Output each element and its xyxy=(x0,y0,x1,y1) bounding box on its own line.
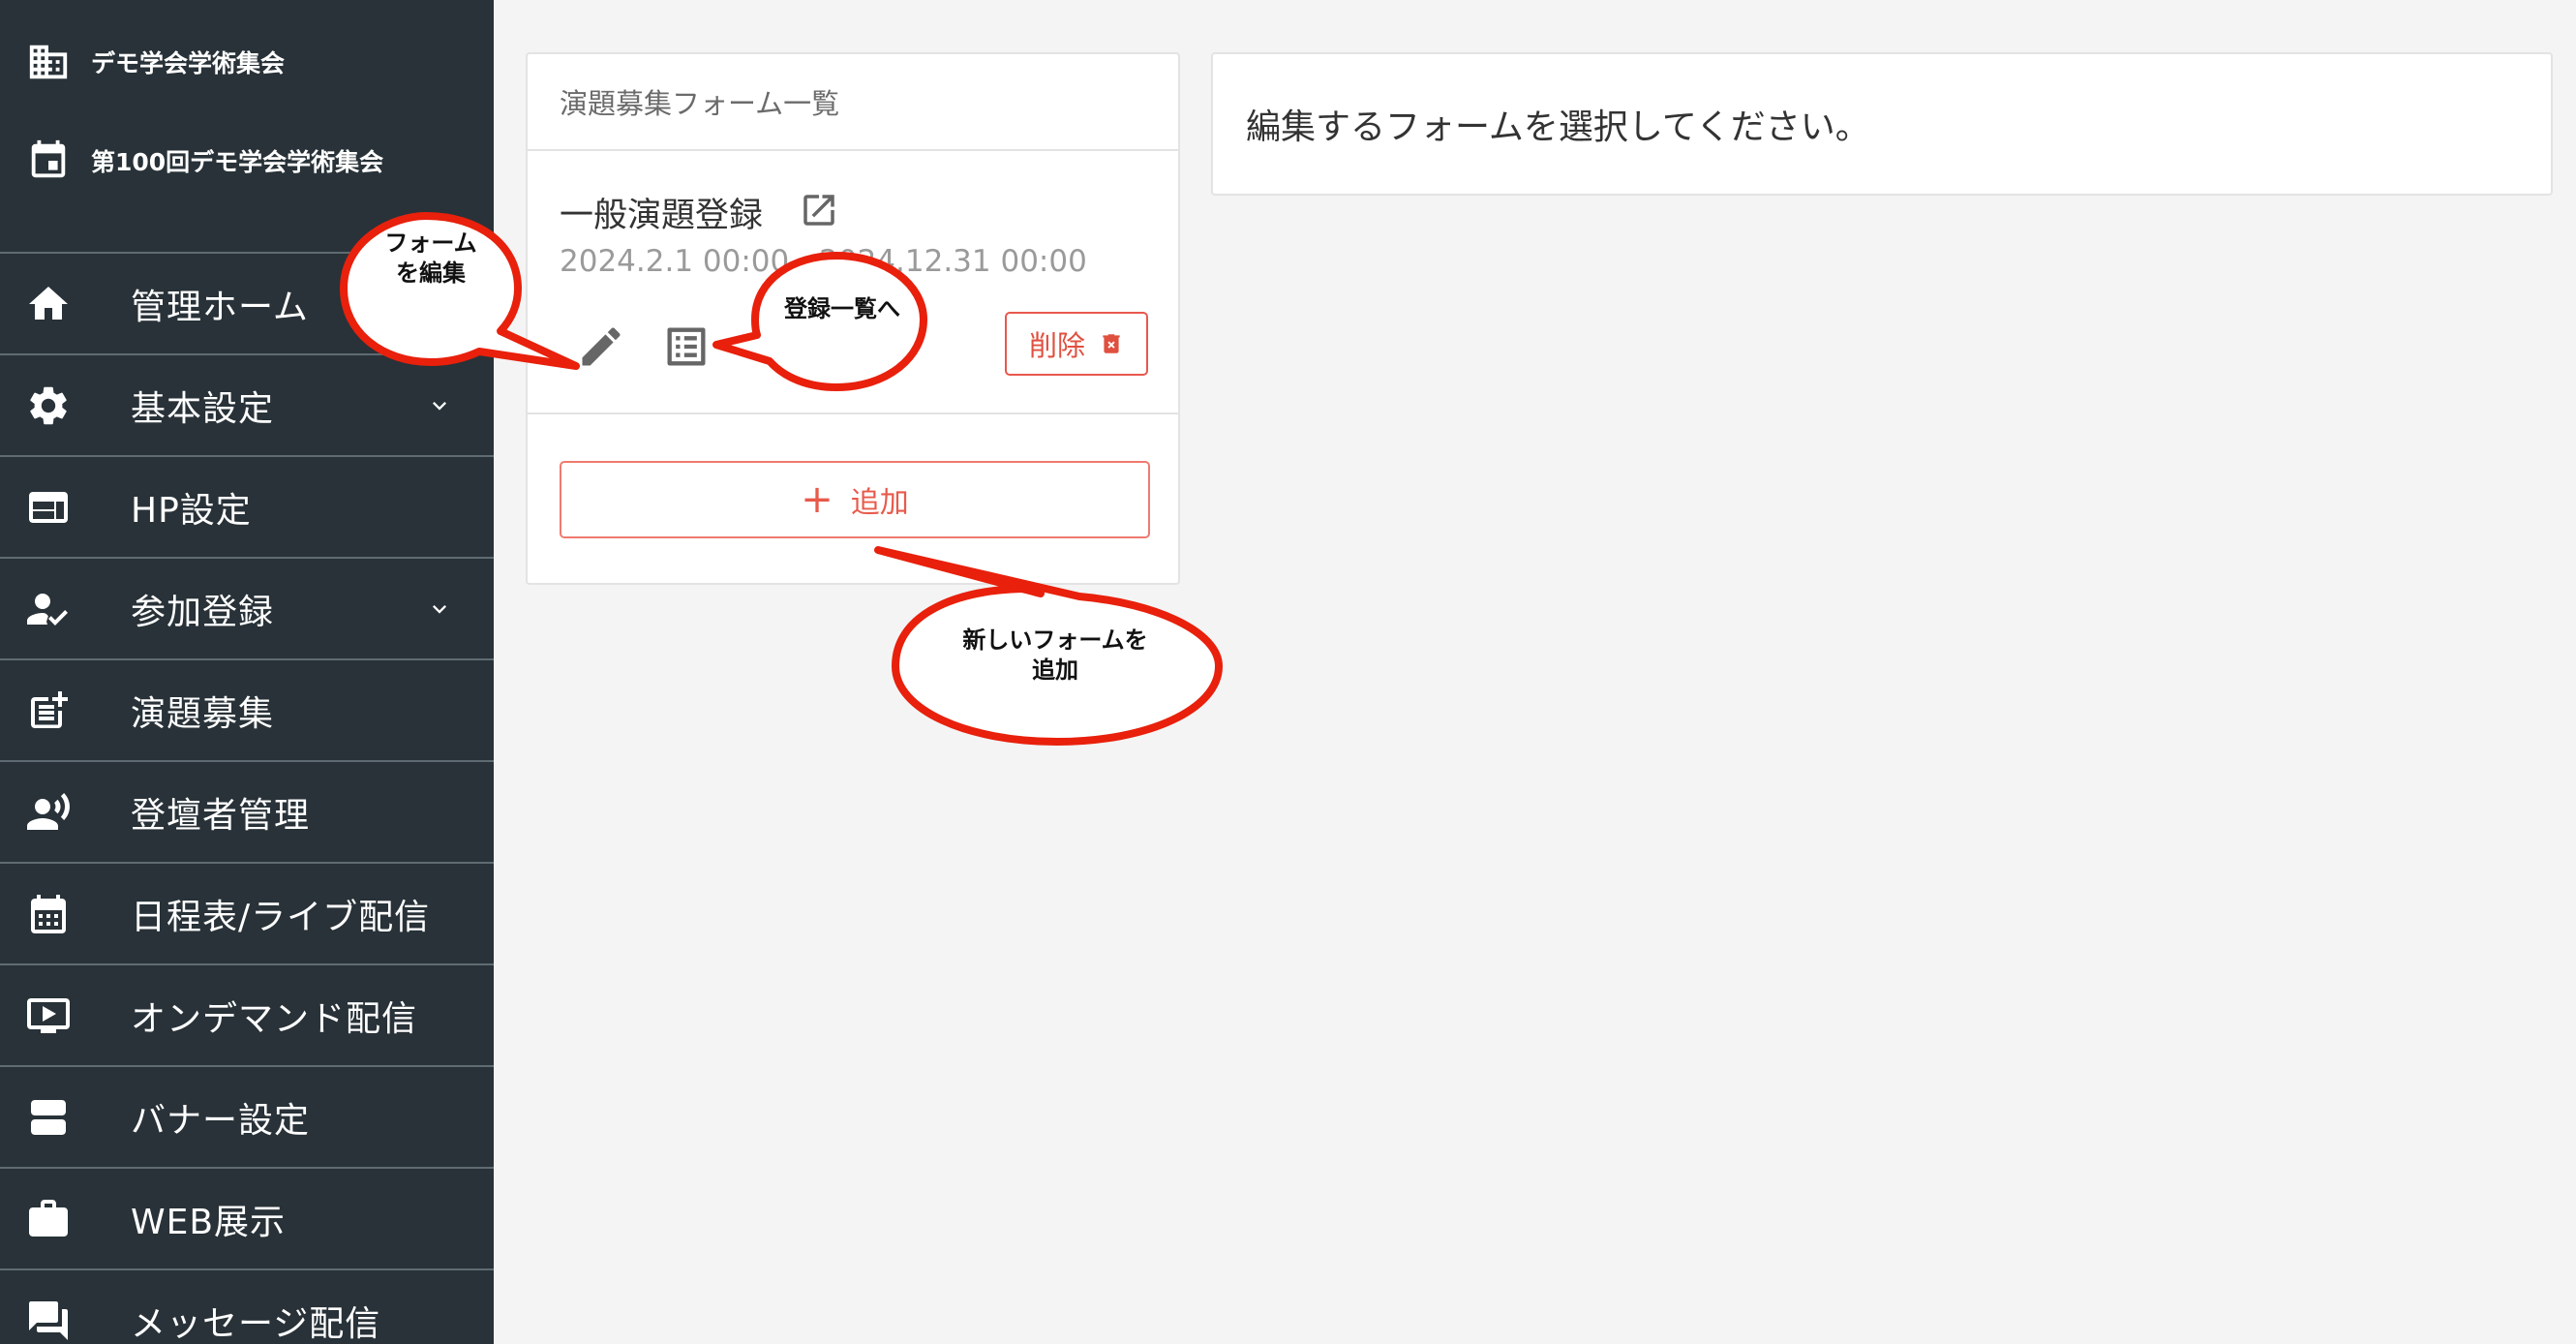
sidebar-item-label: 登壇者管理 xyxy=(131,795,311,836)
sidebar-item-on-demand[interactable]: オンデマンド配信 xyxy=(0,963,494,1065)
sidebar-item-speakers[interactable]: 登壇者管理 xyxy=(0,760,494,862)
delete-button[interactable]: 削除 xyxy=(1005,312,1148,376)
sidebar-nav: 管理ホーム 基本設定 HP設定 参加登録 演題募集 登壇者管理 日程表/ライブ配… xyxy=(0,252,494,1344)
sidebar-item-hp-settings[interactable]: HP設定 xyxy=(0,455,494,557)
sidebar-item-label: 演題募集 xyxy=(131,693,275,734)
post-add-icon xyxy=(31,690,68,728)
callout-add-new: 新しいフォームを 追加 xyxy=(874,546,1225,753)
add-label: 追加 xyxy=(850,486,909,520)
sidebar-item-banners[interactable]: バナー設定 xyxy=(0,1065,494,1167)
video-play-icon xyxy=(27,997,70,1033)
building-icon xyxy=(29,45,68,79)
editor-placeholder-message: 編集するフォームを選択してください。 xyxy=(1246,107,1870,147)
chevron-down-icon[interactable] xyxy=(426,596,453,623)
message-icon xyxy=(29,1300,68,1340)
sidebar-item-label: HP設定 xyxy=(131,490,252,531)
event-name: 第100回デモ学会学術集会 xyxy=(91,148,384,176)
form-title: 一般演題登録 xyxy=(560,197,764,235)
callout-to-list: 登録一覧へ xyxy=(712,250,939,395)
sidebar-item-schedule[interactable]: 日程表/ライブ配信 xyxy=(0,862,494,963)
sidebar-item-abstracts[interactable]: 演題募集 xyxy=(0,658,494,760)
callout-text: 登録一覧へ xyxy=(784,295,900,322)
banner-icon xyxy=(31,1099,66,1135)
gear-icon xyxy=(30,386,67,424)
sidebar-item-registration[interactable]: 参加登録 xyxy=(0,557,494,658)
person-check-icon xyxy=(27,593,68,626)
sidebar-item-label: オンデマンド配信 xyxy=(131,998,418,1039)
plus-icon: + xyxy=(801,477,833,522)
callout-text: 新しいフォームを 追加 xyxy=(962,626,1148,685)
callout-text: フォーム を編集 xyxy=(384,229,477,288)
org-name: デモ学会学術集会 xyxy=(91,49,286,77)
callout-edit-form: フォーム を編集 xyxy=(334,201,586,376)
sidebar-item-messages[interactable]: メッセージ配信 xyxy=(0,1268,494,1344)
chevron-down-icon[interactable] xyxy=(426,392,453,419)
speaker-group-icon xyxy=(27,792,70,830)
event-calendar-icon xyxy=(31,139,66,178)
sidebar-item-label: WEB展示 xyxy=(131,1202,287,1242)
home-icon xyxy=(29,286,68,320)
sidebar-item-label: メッセージ配信 xyxy=(131,1303,381,1344)
list-alt-icon[interactable] xyxy=(661,321,712,372)
briefcase-icon xyxy=(29,1199,68,1237)
sidebar-item-label: バナー設定 xyxy=(131,1100,311,1141)
sidebar-item-web-exhibit[interactable]: WEB展示 xyxy=(0,1167,494,1268)
sidebar-item-label: 管理ホーム xyxy=(131,287,309,327)
trash-icon xyxy=(1103,334,1120,353)
open-external-icon[interactable] xyxy=(799,190,839,230)
sidebar-item-label: 基本設定 xyxy=(131,388,275,429)
web-layout-icon xyxy=(29,491,68,523)
editor-panel: 編集するフォームを選択してください。 xyxy=(1211,52,2553,196)
form-list-header: 演題募集フォーム一覧 xyxy=(528,54,1178,151)
calendar-icon xyxy=(31,894,66,933)
event-row[interactable]: 第100回デモ学会学術集会 xyxy=(0,112,494,209)
org-row[interactable]: デモ学会学術集会 xyxy=(0,14,494,110)
delete-label: 削除 xyxy=(1028,329,1085,362)
sidebar-item-label: 日程表/ライブ配信 xyxy=(131,897,431,937)
add-form-button[interactable]: + 追加 xyxy=(560,461,1150,538)
sidebar-item-label: 参加登録 xyxy=(131,592,275,632)
